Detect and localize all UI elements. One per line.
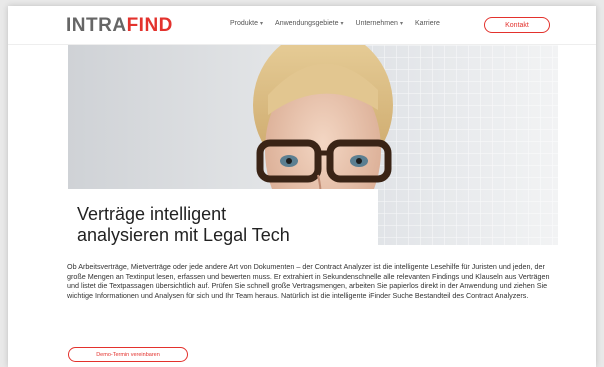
nav-item-anwendungsgebiete[interactable]: Anwendungsgebiete ▾ — [275, 20, 343, 27]
nav-item-karriere[interactable]: Karriere — [415, 20, 440, 27]
nav-label: Produkte — [230, 20, 259, 27]
page-title-line-1: Verträge intelligent — [77, 204, 227, 224]
logo-text-find: FIND — [126, 15, 173, 36]
intrafind-logo[interactable]: INTRAFIND — [66, 15, 173, 37]
main-nav: Produkte ▾ Anwendungsgebiete ▾ Unternehm… — [230, 20, 440, 27]
nav-label: Karriere — [414, 20, 440, 27]
site-header: INTRAFIND Produkte ▾ Anwendungsgebiete ▾… — [8, 6, 596, 45]
page-title-line-2: analysieren mit Legal Tech — [77, 225, 290, 245]
nav-label: Anwendungsgebiete — [275, 20, 339, 27]
chevron-down-icon: ▾ — [340, 21, 344, 27]
description-paragraph: Ob Arbeitsverträge, Mietverträge oder je… — [67, 262, 550, 300]
web-page: INTRAFIND Produkte ▾ Anwendungsgebiete ▾… — [8, 6, 596, 367]
chevron-down-icon: ▾ — [260, 21, 264, 27]
logo-text-intra: INTRA — [66, 15, 127, 36]
contact-button[interactable]: Kontakt — [484, 17, 550, 33]
nav-item-produkte[interactable]: Produkte ▾ — [230, 20, 263, 27]
nav-label: Unternehmen — [355, 20, 398, 27]
chevron-down-icon: ▾ — [399, 21, 403, 27]
page-title: Verträge intelligent analysieren mit Leg… — [77, 204, 317, 246]
nav-item-unternehmen[interactable]: Unternehmen ▾ — [356, 20, 403, 27]
demo-appointment-button[interactable]: Demo-Termin vereinbaren — [68, 347, 188, 362]
